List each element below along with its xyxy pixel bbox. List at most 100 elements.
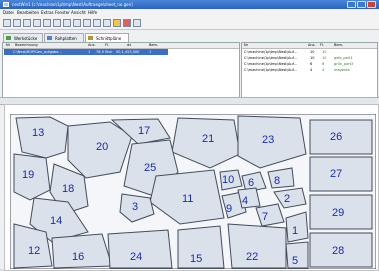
table-row[interactable]: C:\machine\1p\tmp\Nest\Auf... 6 6 grün_p… xyxy=(242,62,377,67)
col-header[interactable]: Nr xyxy=(6,43,10,48)
col-header[interactable]: Fl. xyxy=(320,43,324,48)
part-label: 25 xyxy=(144,162,156,174)
cutplan-icon xyxy=(88,36,93,40)
sheets-table: Nr Anz. Fl. Bem. C:\machine\1p\tmp\Nest\… xyxy=(241,42,378,98)
table-header: Nr Anz. Fl. Bem. xyxy=(242,43,377,49)
part-label: 4 xyxy=(242,195,248,207)
cell: 10 xyxy=(310,50,315,54)
settings-icon[interactable] xyxy=(123,19,131,27)
part-label: 11 xyxy=(182,193,193,205)
application-window: nestWin1 [c:\machine\1p\tmp\Nest\Auftrae… xyxy=(0,0,379,271)
redo-icon[interactable] xyxy=(83,19,91,27)
cell: 4 xyxy=(310,68,313,72)
help-icon[interactable] xyxy=(133,19,141,27)
cut-icon[interactable] xyxy=(43,19,51,27)
part-label: 15 xyxy=(190,253,202,265)
part-label: 6 xyxy=(248,177,254,189)
part-label: 5 xyxy=(292,255,298,267)
close-button[interactable] xyxy=(367,1,376,8)
part-label: 20 xyxy=(96,141,108,153)
cell: grün_part3 xyxy=(334,62,354,66)
part-label: 2 xyxy=(284,193,290,205)
nest-icon[interactable] xyxy=(113,19,121,27)
menu-bearbeiten[interactable]: Bearbeiten xyxy=(17,9,39,17)
zoom-icon[interactable] xyxy=(93,19,101,27)
cell: 4 xyxy=(322,68,325,72)
new-icon[interactable] xyxy=(3,19,11,27)
cell: 78,9 Stck xyxy=(96,50,113,54)
menu-extras[interactable]: Extras xyxy=(41,9,54,17)
cell: C:\machine\1p\tmp\Nest\Auf... xyxy=(244,50,297,54)
part-label: 13 xyxy=(32,127,44,139)
part-label: 7 xyxy=(262,211,268,223)
table-row[interactable]: C:\machine\1p\tmp\Nest\Auf... 10 10 gelb… xyxy=(242,56,377,61)
open-icon[interactable] xyxy=(13,19,21,27)
part-8[interactable] xyxy=(267,167,295,189)
col-header[interactable]: Nr xyxy=(244,43,248,48)
col-header[interactable]: Bem. xyxy=(149,43,158,48)
cell: C:\machine\1p\tmp\Nest\Auf... xyxy=(244,68,297,72)
menu-ansicht[interactable]: Ansicht xyxy=(71,9,86,17)
title-bar: nestWin1 [c:\machine\1p\tmp\Nest\Auftrae… xyxy=(0,0,379,9)
col-header[interactable]: Fl. xyxy=(105,43,109,48)
table-row[interactable]: C:\Nest\ROPlGen_aufgabe... 1 78,9 Stck 5… xyxy=(4,49,168,55)
part-label: 23 xyxy=(262,134,274,146)
part-label: 29 xyxy=(332,207,344,219)
undo-icon[interactable] xyxy=(73,19,81,27)
menu-bar: Datei Bearbeiten Extras Fenster Ansicht … xyxy=(0,9,379,17)
tab-label: Rohplatten xyxy=(55,36,77,41)
part-label: 27 xyxy=(330,168,342,180)
print-icon[interactable] xyxy=(33,19,41,27)
tab-label: Werkstücke xyxy=(14,36,38,41)
parts-table: Nr Bezeichnung Anz. Fl. dx Bem. C:\Nest\… xyxy=(2,42,240,98)
sheets-icon xyxy=(47,36,52,40)
col-header[interactable]: Bezeichnung xyxy=(15,43,38,48)
cell: magenta xyxy=(334,68,350,72)
tab-rohplatten[interactable]: Rohplatten xyxy=(44,33,84,42)
col-header[interactable]: Anz. xyxy=(88,43,96,48)
cell: 1 xyxy=(149,50,152,54)
table-row[interactable]: C:\machine\1p\tmp\Nest\Auf... 4 4 magent… xyxy=(242,68,377,73)
part-label: 24 xyxy=(130,251,142,263)
paste-icon[interactable] xyxy=(63,19,71,27)
part-label: 3 xyxy=(132,201,138,213)
cell: C:\machine\1p\tmp\Nest\Auf... xyxy=(244,62,297,66)
part-label: 22 xyxy=(246,251,258,263)
cell: 1 xyxy=(88,50,91,54)
menu-hilfe[interactable]: Hilfe xyxy=(88,9,97,17)
window-title: nestWin1 [c:\machine\1p\tmp\Nest\Auftrae… xyxy=(12,2,133,7)
part-label: 18 xyxy=(62,183,74,195)
col-header[interactable]: dx xyxy=(127,43,131,48)
tab-werkstuecke[interactable]: Werkstücke xyxy=(3,33,43,42)
part-label: 14 xyxy=(50,215,62,227)
part-label: 8 xyxy=(274,175,280,187)
maximize-button[interactable] xyxy=(357,1,366,8)
cell: gelb_part1 xyxy=(334,56,353,60)
part-label: 1 xyxy=(292,225,298,237)
cell: 6 xyxy=(310,62,313,66)
menu-datei[interactable]: Datei xyxy=(3,9,14,17)
part-label: 26 xyxy=(330,131,342,143)
cell: 10 xyxy=(310,56,315,60)
save-icon[interactable] xyxy=(23,19,31,27)
part-label: 21 xyxy=(202,133,214,145)
tab-schnittplaene[interactable]: Schnittpläne xyxy=(85,33,129,42)
tab-bar: Werkstücke Rohplatten Schnittpläne xyxy=(0,32,240,42)
app-icon xyxy=(3,2,9,7)
part-label: 10 xyxy=(222,174,234,186)
part-label: 17 xyxy=(138,125,150,137)
col-header[interactable]: Anz. xyxy=(308,43,316,48)
copy-icon[interactable] xyxy=(53,19,61,27)
nesting-layout[interactable]: 13 17 21 23 26 20 19 25 10 6 8 27 18 11 … xyxy=(10,114,376,269)
grid-icon[interactable] xyxy=(103,19,111,27)
cell: 50,1,453,000 xyxy=(116,50,140,54)
part-label: 19 xyxy=(22,169,34,181)
parts-icon xyxy=(6,36,11,40)
col-header[interactable]: Bem. xyxy=(334,43,343,48)
minimize-button[interactable] xyxy=(347,1,356,8)
part-label: 16 xyxy=(72,251,84,263)
toolbar xyxy=(0,17,379,30)
table-row[interactable]: C:\machine\1p\tmp\Nest\Auf... 10 10 xyxy=(242,50,377,55)
menu-fenster[interactable]: Fenster xyxy=(55,9,70,17)
cell: 6 xyxy=(322,62,325,66)
